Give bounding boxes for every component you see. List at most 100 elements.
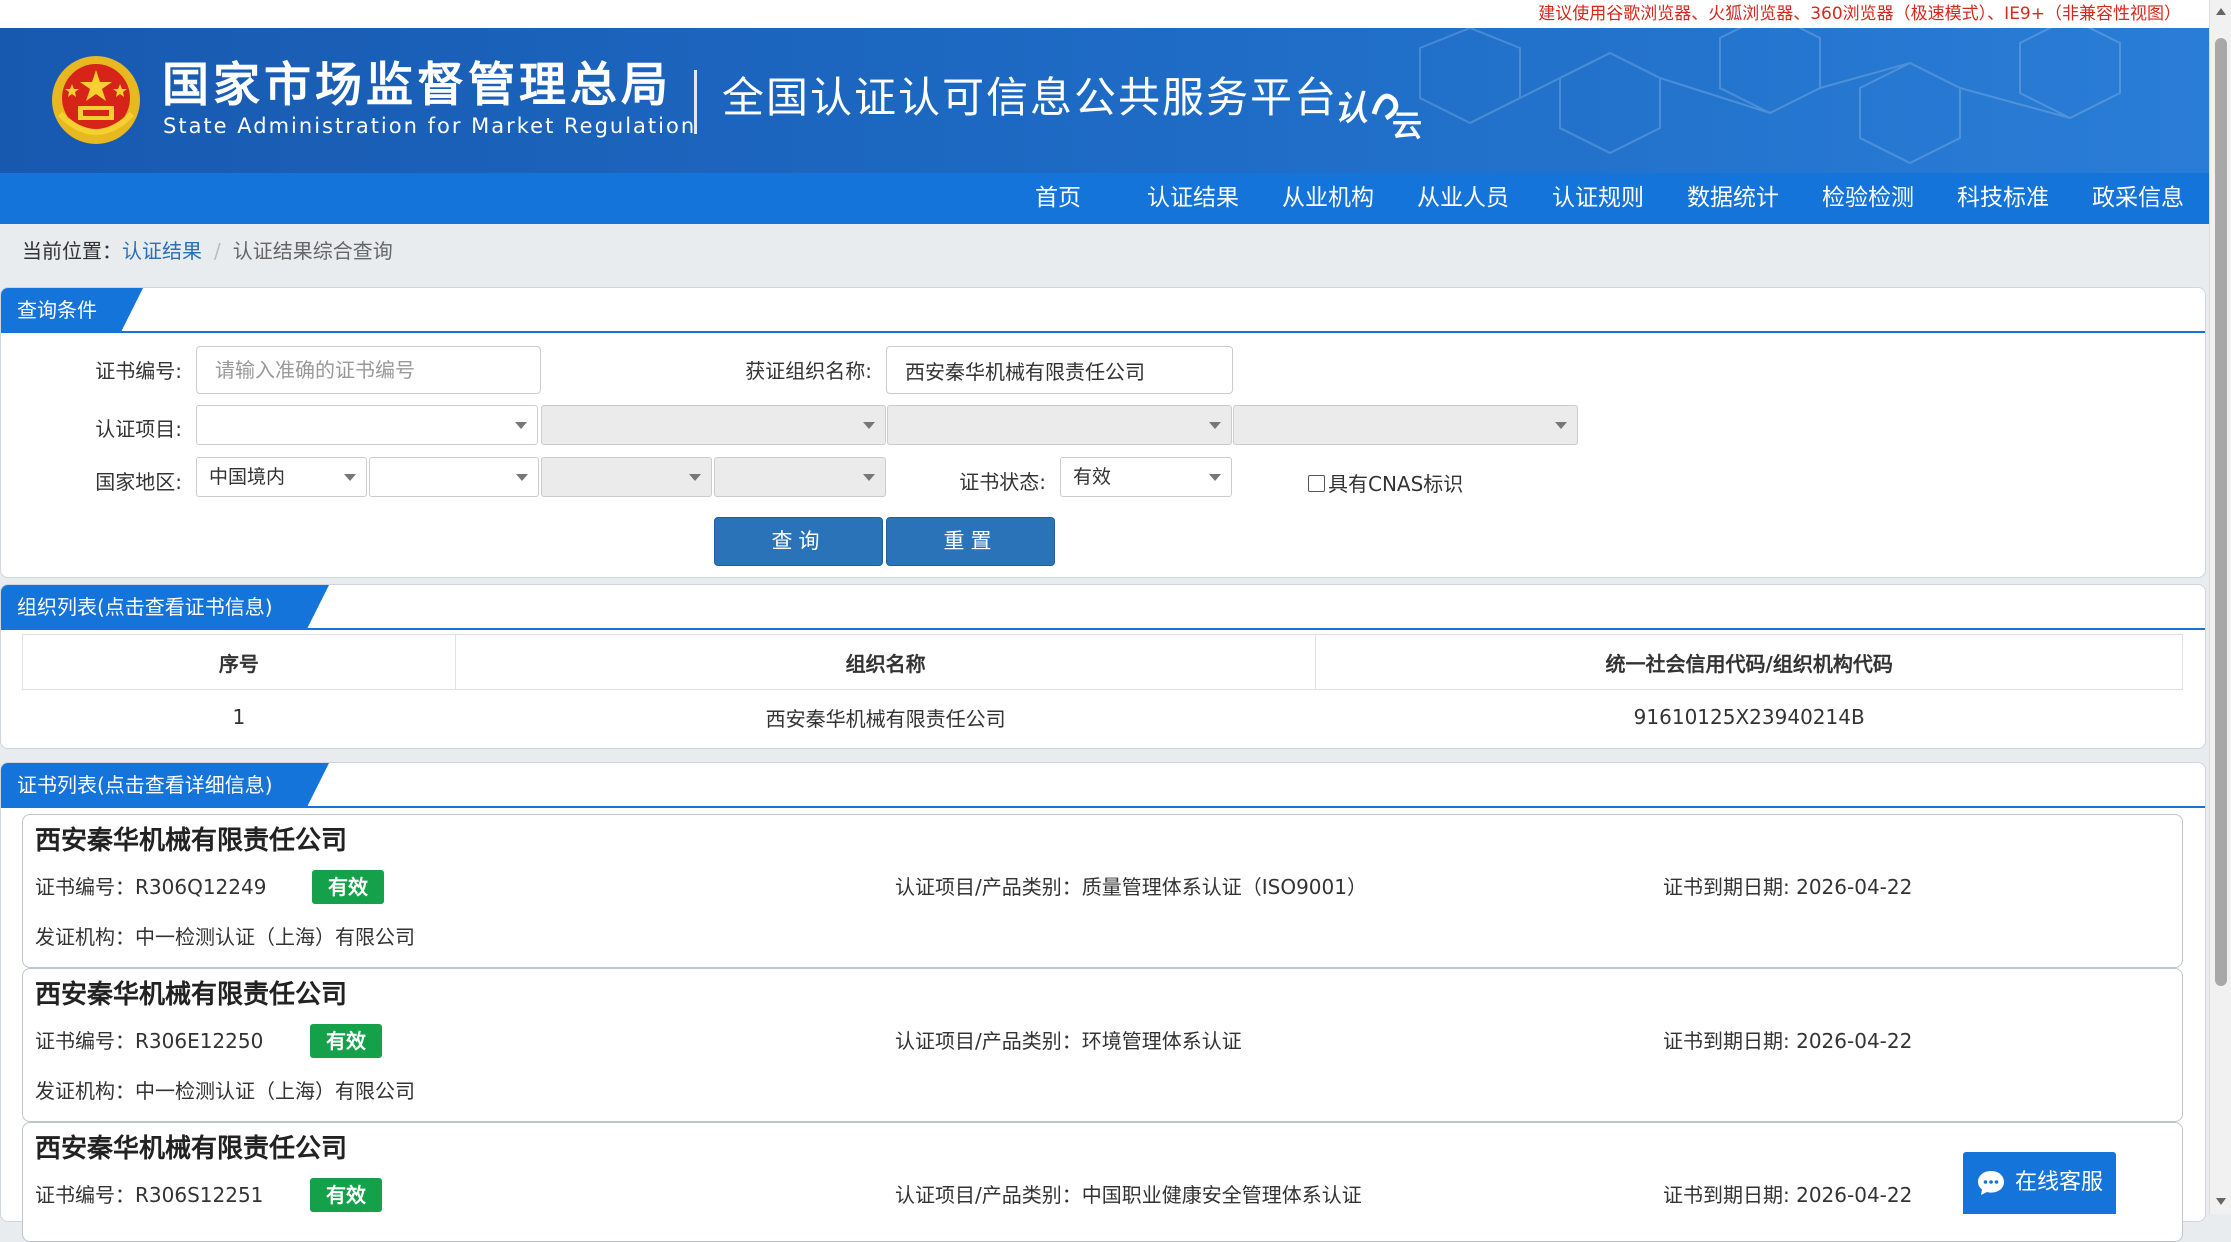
cert-issuer: 发证机构：中一检测认证（上海）有限公司: [35, 922, 415, 952]
scroll-up-arrow-icon[interactable]: [2216, 8, 2226, 15]
platform-title: 全国认证认可信息公共服务平台: [722, 73, 1339, 122]
breadcrumb-prefix: 当前位置：: [22, 239, 122, 263]
chevron-down-icon: [689, 474, 701, 481]
cert-expire-value: 2026-04-22: [1796, 1029, 1913, 1053]
chevron-down-icon: [863, 474, 875, 481]
nav-home[interactable]: 首页: [998, 173, 1118, 224]
status-label: 证书状态:: [959, 470, 1046, 494]
nav-cert-rules[interactable]: 认证规则: [1538, 173, 1658, 224]
region-select-city[interactable]: [541, 457, 712, 497]
cert-project: 认证项目/产品类别：质量管理体系认证（ISO9001）: [895, 872, 1367, 902]
cert-number-value: R306S12251: [135, 1183, 264, 1207]
nav-standards[interactable]: 科技标准: [1943, 173, 2063, 224]
online-service-label: 在线客服: [2015, 1170, 2104, 1195]
cert-number-value: R306Q12249: [135, 875, 267, 899]
project-select-4[interactable]: [1233, 405, 1578, 445]
breadcrumb-separator: /: [214, 239, 221, 263]
cnas-checkbox[interactable]: 具有CNAS标识: [1308, 469, 1463, 499]
row-org-name[interactable]: 西安秦华机械有限责任公司: [455, 690, 1316, 745]
cert-project-prefix: 认证项目/产品类别：: [895, 875, 1082, 899]
region-select-country[interactable]: 中国境内: [196, 457, 367, 497]
renyun-logo-icon: 认 云: [1334, 89, 1422, 140]
header-separator: [694, 70, 697, 134]
nav-institutions[interactable]: 从业机构: [1268, 173, 1388, 224]
cert-number-prefix: 证书编号：: [35, 875, 135, 899]
org-name-input[interactable]: [886, 346, 1233, 394]
cert-project-prefix: 认证项目/产品类别：: [895, 1183, 1082, 1207]
agency-name-en: State Administration for Market Regulati…: [163, 114, 697, 138]
status-badge: 有效: [310, 1178, 382, 1212]
nav-statistics[interactable]: 数据统计: [1673, 173, 1793, 224]
chevron-down-icon: [515, 422, 527, 429]
cert-expire: 证书到期日期: 2026-04-22: [1663, 1026, 1912, 1056]
nav-personnel[interactable]: 从业人员: [1403, 173, 1523, 224]
cert-card[interactable]: 西安秦华机械有限责任公司 证书编号：R306S12251 有效 认证项目/产品类…: [22, 1122, 2183, 1242]
breadcrumb-current: 认证结果综合查询: [232, 239, 393, 263]
row-index: 1: [232, 705, 246, 729]
checkbox-box[interactable]: [1308, 475, 1325, 492]
region-select-district[interactable]: [714, 457, 886, 497]
cert-expire-value: 2026-04-22: [1796, 875, 1913, 899]
region-select-value: 中国境内: [209, 466, 286, 488]
status-select[interactable]: 有效: [1060, 457, 1232, 497]
row-credit-code: 91610125X23940214B: [1633, 705, 1865, 729]
chevron-down-icon: [863, 422, 875, 429]
cert-issuer-prefix: 发证机构：: [35, 925, 135, 949]
chevron-down-icon: [344, 474, 356, 481]
cert-no-label: 证书编号:: [95, 359, 182, 383]
region-label: 国家地区:: [95, 470, 182, 494]
agency-name-cn: 国家市场监督管理总局: [162, 58, 672, 113]
network-pattern-decoration: [1419, 28, 2121, 165]
chevron-down-icon: [1555, 422, 1567, 429]
cert-number: 证书编号：R306S12251: [35, 1180, 263, 1210]
project-select-1[interactable]: [196, 405, 538, 445]
site-header: 国家市场监督管理总局 State Administration for Mark…: [0, 28, 2209, 173]
panel-title-underline: [1, 331, 2205, 333]
nav-inspection[interactable]: 检验检测: [1808, 173, 1928, 224]
col-org-name: 组织名称: [454, 634, 1317, 690]
cert-card[interactable]: 西安秦华机械有限责任公司 证书编号：R306E12250 有效 认证项目/产品类…: [22, 968, 2183, 1122]
nav-cert-results[interactable]: 认证结果: [1133, 173, 1253, 224]
cert-number-prefix: 证书编号：: [35, 1183, 135, 1207]
cert-expire-prefix: 证书到期日期:: [1663, 1183, 1797, 1207]
cert-no-input[interactable]: [196, 346, 541, 394]
breadcrumb-link[interactable]: 认证结果: [122, 239, 202, 263]
browser-notice: 建议使用谷歌浏览器、火狐浏览器、360浏览器（极速模式）、IE9+（非兼容性视图…: [0, 0, 2209, 28]
cert-expire-prefix: 证书到期日期:: [1663, 1029, 1797, 1053]
online-service-button[interactable]: 在线客服: [1963, 1152, 2116, 1214]
scrollbar-thumb[interactable]: [2215, 38, 2227, 986]
cert-org-name: 西安秦华机械有限责任公司: [35, 980, 348, 1010]
scroll-down-arrow-icon[interactable]: [2216, 1198, 2226, 1205]
cert-number-value: R306E12250: [135, 1029, 264, 1053]
region-select-province[interactable]: [369, 457, 539, 497]
org-table: 序号 组织名称 统一社会信用代码/组织机构代码 1 西安秦华机械有限责任公司 9…: [22, 634, 2183, 744]
status-badge: 有效: [310, 1024, 382, 1058]
cert-card[interactable]: 西安秦华机械有限责任公司 证书编号：R306Q12249 有效 认证项目/产品类…: [22, 814, 2183, 968]
chevron-down-icon: [1209, 422, 1221, 429]
page-scrollbar[interactable]: [2209, 0, 2231, 1214]
cert-expire: 证书到期日期: 2026-04-22: [1663, 1180, 1912, 1210]
project-label: 认证项目:: [95, 417, 182, 441]
cert-project-prefix: 认证项目/产品类别：: [895, 1029, 1082, 1053]
cert-expire: 证书到期日期: 2026-04-22: [1663, 872, 1912, 902]
status-select-value: 有效: [1073, 466, 1112, 488]
reset-button[interactable]: 重置: [886, 517, 1055, 566]
cnas-label: 具有CNAS标识: [1328, 472, 1464, 496]
project-select-2[interactable]: [541, 405, 886, 445]
cert-project: 认证项目/产品类别：环境管理体系认证: [895, 1026, 1242, 1056]
national-emblem-icon: [52, 56, 140, 144]
col-index: 序号: [22, 634, 456, 690]
cert-issuer-prefix: 发证机构：: [35, 1079, 135, 1103]
project-select-3[interactable]: [887, 405, 1232, 445]
org-list-title: 组织列表(点击查看证书信息): [1, 585, 329, 629]
cert-list-title: 证书列表(点击查看详细信息): [1, 763, 329, 807]
nav-procurement[interactable]: 政采信息: [2078, 173, 2198, 224]
cert-issuer-value: 中一检测认证（上海）有限公司: [135, 1079, 415, 1103]
cert-project-value: 环境管理体系认证: [1081, 1029, 1242, 1053]
col-credit-code: 统一社会信用代码/组织机构代码: [1315, 634, 2183, 690]
table-row[interactable]: 1 西安秦华机械有限责任公司 91610125X23940214B: [23, 690, 2183, 745]
cert-expire-prefix: 证书到期日期:: [1663, 875, 1797, 899]
cert-project-value: 质量管理体系认证（ISO9001）: [1081, 875, 1367, 899]
search-button[interactable]: 查询: [714, 517, 883, 566]
svg-text:认: 认: [1334, 89, 1368, 129]
